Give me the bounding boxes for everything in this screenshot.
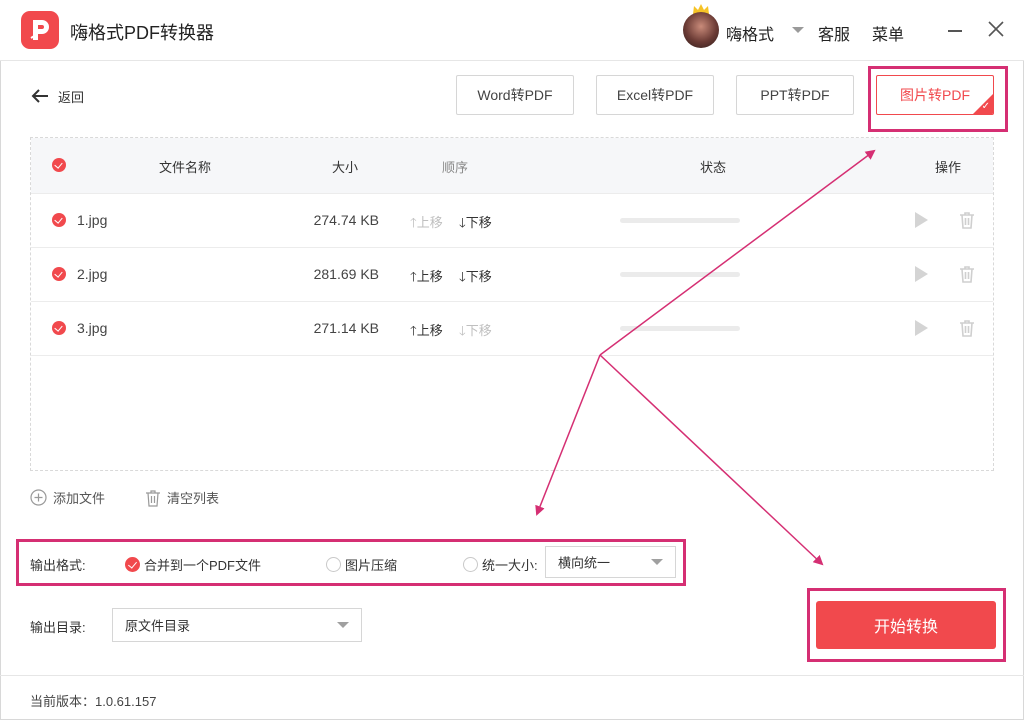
highlight-box-image-tab xyxy=(868,66,1008,132)
table-row[interactable]: 1.jpg 274.74 KB 🡑上移 🡓下移 xyxy=(31,193,993,248)
output-dir-select[interactable]: 原文件目录 xyxy=(112,608,362,642)
chevron-down-icon[interactable] xyxy=(792,27,804,33)
back-label: 返回 xyxy=(58,89,85,105)
add-circle-icon xyxy=(30,489,47,506)
file-size: 271.14 KB xyxy=(313,320,379,336)
move-up-button[interactable]: 🡑上移 xyxy=(410,212,443,236)
arrow-left-icon xyxy=(31,89,48,103)
move-down-label: 下移 xyxy=(465,323,492,338)
file-size: 281.69 KB xyxy=(313,266,379,282)
highlight-box-output-format xyxy=(16,539,686,586)
table-row[interactable]: 2.jpg 281.69 KB 🡑上移 🡓下移 xyxy=(31,247,993,302)
move-up-button[interactable]: 🡑上移 xyxy=(410,266,443,290)
select-all-checkbox[interactable] xyxy=(52,158,66,172)
menu-link[interactable]: 菜单 xyxy=(872,21,904,45)
header-name: 文件名称 xyxy=(159,160,212,175)
trash-icon xyxy=(146,489,160,507)
back-button[interactable]: 返回 xyxy=(30,86,84,106)
trash-icon[interactable] xyxy=(959,319,975,337)
trash-icon[interactable] xyxy=(959,211,975,229)
move-down-button[interactable]: 🡓下移 xyxy=(459,320,492,344)
tab-excel-to-pdf[interactable]: Excel转PDF xyxy=(596,75,714,115)
chevron-down-icon xyxy=(337,622,349,628)
move-down-label: 下移 xyxy=(465,215,492,230)
close-icon[interactable] xyxy=(987,20,1005,38)
add-file-label: 添加文件 xyxy=(53,491,106,506)
output-dir-label: 输出目录: xyxy=(30,620,86,635)
table-header: 文件名称 大小 顺序 状态 操作 xyxy=(31,138,993,194)
username[interactable]: 嗨格式 xyxy=(726,21,774,45)
pdf-logo-icon xyxy=(21,11,59,49)
move-up-label: 上移 xyxy=(416,269,443,284)
file-size: 274.74 KB xyxy=(313,212,379,228)
clear-list-button[interactable]: 清空列表 xyxy=(145,488,219,507)
file-name: 2.jpg xyxy=(77,266,108,282)
row-checkbox[interactable] xyxy=(52,321,66,335)
header-action: 操作 xyxy=(935,160,962,175)
file-name: 1.jpg xyxy=(77,212,108,228)
header-size: 大小 xyxy=(332,160,359,175)
add-file-button[interactable]: 添加文件 xyxy=(30,488,105,507)
move-up-button[interactable]: 🡑上移 xyxy=(410,320,443,344)
version-text: 当前版本：1.0.61.157 xyxy=(30,694,157,709)
row-checkbox[interactable] xyxy=(52,213,66,227)
tab-ppt-to-pdf[interactable]: PPT转PDF xyxy=(736,75,854,115)
play-icon[interactable] xyxy=(915,266,928,282)
highlight-box-start-button xyxy=(807,588,1006,662)
row-checkbox[interactable] xyxy=(52,267,66,281)
move-down-button[interactable]: 🡓下移 xyxy=(459,266,492,290)
file-table: 文件名称 大小 顺序 状态 操作 1.jpg 274.74 KB 🡑上移 🡓下移… xyxy=(30,137,994,471)
header-status: 状态 xyxy=(700,160,727,175)
footer: 当前版本：1.0.61.157 xyxy=(0,675,1024,721)
play-icon[interactable] xyxy=(915,212,928,228)
tab-word-to-pdf[interactable]: Word转PDF xyxy=(456,75,574,115)
clear-list-label: 清空列表 xyxy=(167,491,220,506)
table-row[interactable]: 3.jpg 271.14 KB 🡑上移 🡓下移 xyxy=(31,301,993,356)
file-name: 3.jpg xyxy=(77,320,108,336)
app-title: 嗨格式PDF转换器 xyxy=(70,23,214,43)
play-icon[interactable] xyxy=(915,320,928,336)
progress-bar xyxy=(620,272,740,277)
progress-bar xyxy=(620,218,740,223)
title-bar: 嗨格式PDF转换器 嗨格式 客服 菜单 xyxy=(0,0,1024,61)
minimize-icon[interactable] xyxy=(948,30,962,32)
trash-icon[interactable] xyxy=(959,265,975,283)
avatar[interactable] xyxy=(683,12,719,48)
move-up-label: 上移 xyxy=(416,323,443,338)
move-down-button[interactable]: 🡓下移 xyxy=(459,212,492,236)
service-link[interactable]: 客服 xyxy=(818,21,850,45)
output-dir-value: 原文件目录 xyxy=(125,618,191,634)
move-down-label: 下移 xyxy=(465,269,492,284)
header-order: 顺序 xyxy=(442,160,469,175)
progress-bar xyxy=(620,326,740,331)
move-up-label: 上移 xyxy=(416,215,443,230)
